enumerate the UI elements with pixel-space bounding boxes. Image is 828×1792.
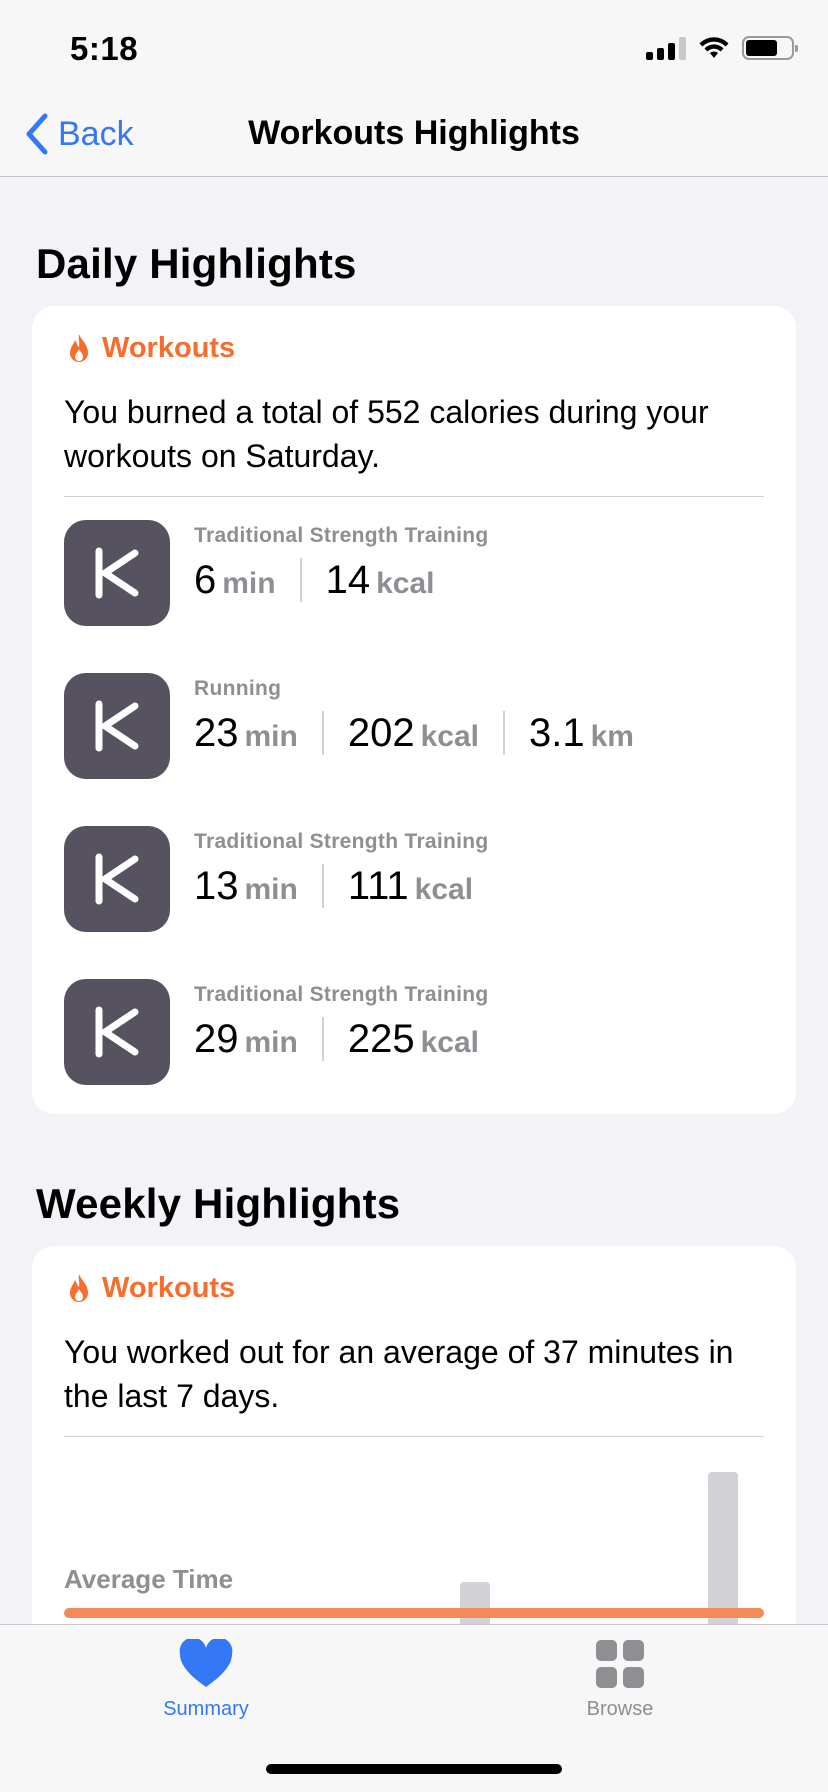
metric-value: 202 bbox=[347, 710, 415, 755]
metric-value: 29 bbox=[194, 1016, 239, 1061]
workout-title: Traditional Strength Training bbox=[194, 983, 489, 1006]
flame-icon bbox=[70, 333, 88, 362]
metric-separator bbox=[299, 558, 302, 602]
tab-label: Browse bbox=[586, 1698, 654, 1720]
workout-metrics: 23 min 202 kcal 3.1 km bbox=[194, 709, 634, 757]
workout-row[interactable]: Traditional Strength Training 29 min 225… bbox=[64, 979, 764, 1085]
metric-unit: kcal bbox=[414, 872, 474, 906]
calories-metric: 202 kcal bbox=[348, 711, 479, 756]
tab-summary[interactable]: Summary bbox=[106, 1637, 306, 1721]
tab-label: Summary bbox=[163, 1698, 249, 1720]
calories-metric: 111 kcal bbox=[348, 864, 473, 909]
average-time-label: Average Time bbox=[64, 1564, 234, 1594]
card-header: Workouts bbox=[66, 1272, 235, 1305]
weekly-workouts-card[interactable]: Workouts You worked out for an average o… bbox=[32, 1246, 796, 1666]
keep-app-icon bbox=[64, 826, 170, 932]
home-indicator[interactable] bbox=[266, 1764, 562, 1774]
tab-browse[interactable]: Browse bbox=[520, 1639, 720, 1721]
metric-separator bbox=[321, 864, 324, 908]
workout-metrics: 13 min 111 kcal bbox=[194, 862, 473, 910]
metric-unit: min bbox=[244, 872, 298, 906]
workout-metrics: 6 min 14 kcal bbox=[194, 556, 434, 604]
metric-value: 13 bbox=[194, 863, 239, 908]
metric-value: 225 bbox=[347, 1016, 415, 1061]
average-time-line bbox=[64, 1608, 764, 1618]
status-time: 5:18 bbox=[70, 30, 139, 67]
duration-metric: 23 min bbox=[194, 711, 298, 756]
card-header-label: Workouts bbox=[102, 332, 236, 364]
metric-unit: km bbox=[590, 719, 634, 753]
daily-summary-text: You burned a total of 552 calories durin… bbox=[64, 394, 709, 474]
cellular-signal-icon bbox=[646, 36, 686, 60]
battery-icon bbox=[742, 36, 798, 60]
workout-metrics: 29 min 225 kcal bbox=[194, 1015, 479, 1063]
workout-row[interactable]: Traditional Strength Training 6 min 14 k… bbox=[64, 520, 764, 626]
metric-value: 111 bbox=[347, 863, 409, 908]
metric-value: 6 bbox=[194, 557, 217, 602]
status-bar: 5:18 bbox=[0, 0, 828, 100]
divider bbox=[64, 1436, 764, 1437]
metric-separator bbox=[321, 1017, 324, 1061]
status-icons bbox=[646, 36, 798, 60]
page-title: Workouts Highlights bbox=[248, 114, 580, 152]
metric-unit: kcal bbox=[376, 566, 435, 600]
navigation-bar: Back Workouts Highlights bbox=[0, 100, 828, 177]
keep-app-icon bbox=[64, 979, 170, 1085]
calories-metric: 14 kcal bbox=[326, 558, 435, 603]
daily-workouts-card[interactable]: Workouts You burned a total of 552 calor… bbox=[32, 306, 796, 1114]
metric-unit: min bbox=[244, 719, 298, 753]
daily-highlights-title: Daily Highlights bbox=[36, 240, 357, 287]
calories-metric: 225 kcal bbox=[348, 1017, 479, 1062]
metric-separator bbox=[502, 711, 505, 755]
distance-metric: 3.1 km bbox=[529, 711, 634, 756]
metric-unit: kcal bbox=[420, 719, 479, 753]
duration-metric: 6 min bbox=[194, 558, 276, 603]
metric-value: 23 bbox=[194, 710, 239, 755]
card-header-label: Workouts bbox=[102, 1272, 236, 1304]
workout-title: Traditional Strength Training bbox=[194, 524, 489, 547]
metric-unit: min bbox=[244, 1025, 298, 1059]
duration-metric: 13 min bbox=[194, 864, 298, 909]
metric-value: 14 bbox=[325, 557, 371, 602]
duration-metric: 29 min bbox=[194, 1017, 298, 1062]
flame-icon bbox=[70, 1273, 88, 1302]
metric-unit: min bbox=[222, 566, 276, 600]
workout-title: Running bbox=[194, 677, 282, 700]
workout-row[interactable]: Traditional Strength Training 13 min 111… bbox=[64, 826, 764, 932]
card-header: Workouts bbox=[66, 332, 235, 365]
weekly-highlights-title: Weekly Highlights bbox=[36, 1180, 401, 1227]
heart-icon bbox=[179, 1637, 233, 1687]
metric-value: 3.1 bbox=[528, 710, 585, 755]
workout-title: Traditional Strength Training bbox=[194, 830, 489, 853]
keep-app-icon bbox=[64, 520, 170, 626]
metric-separator bbox=[321, 711, 324, 755]
divider bbox=[64, 496, 764, 497]
metric-unit: kcal bbox=[420, 1025, 479, 1059]
workout-row[interactable]: Running 23 min 202 kcal 3.1 km bbox=[64, 673, 764, 779]
grid-icon bbox=[596, 1640, 644, 1688]
weekly-summary-text: You worked out for an average of 37 minu… bbox=[64, 1334, 734, 1414]
wifi-icon bbox=[699, 37, 729, 58]
keep-app-icon bbox=[64, 673, 170, 779]
